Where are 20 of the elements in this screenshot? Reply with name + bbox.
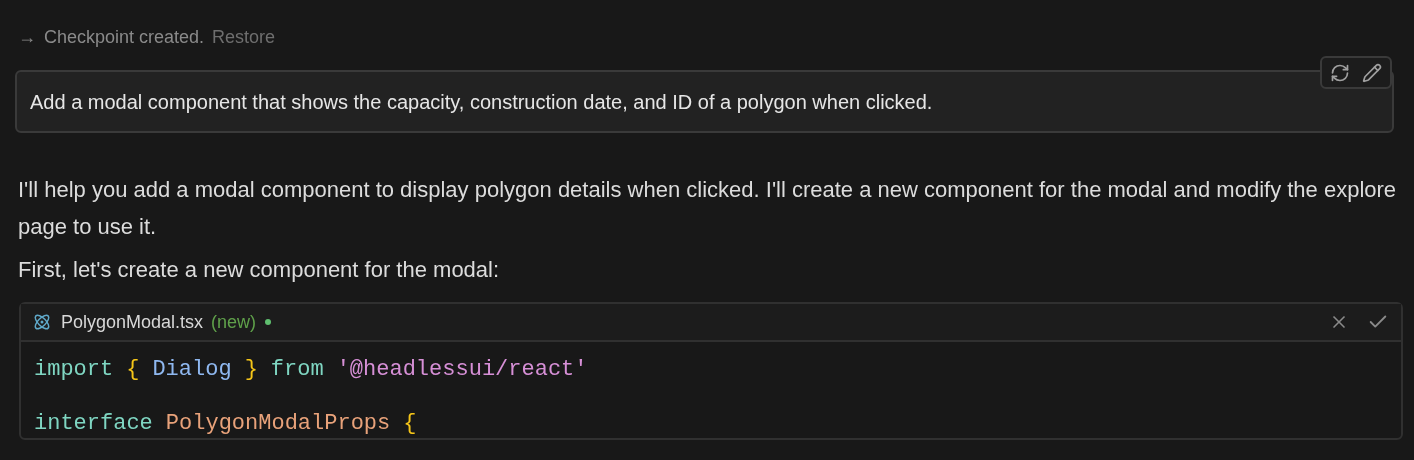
response-paragraph: First, let's create a new component for the modal: [18,256,501,284]
code-token: { [126,356,140,384]
code-token: PolygonModalProps [165,410,391,438]
checkpoint-text: Checkpoint created. [44,25,205,49]
code-token: import [34,356,114,384]
prompt-text: Add a modal component that shows the capacity, construction date, and ID of a polygon when clicked. [30,89,933,115]
react-icon [33,313,51,331]
prompt-box[interactable]: Add a modal component that shows the capacity, construction date, and ID of a polygon when clicked. [15,70,1394,133]
regenerate-icon[interactable] [1330,62,1350,83]
new-label: (new) [211,310,257,334]
code-token: interface [34,410,153,438]
edit-icon[interactable] [1362,62,1382,83]
code-token: Dialog [152,356,232,384]
code-token: { [403,410,417,438]
response-paragraph: I'll help you add a modal component to display polygon details when clicked. I'll create a new component for the modal and modify the explore page to use it. [18,176,1398,241]
code-token: } [244,356,258,384]
code-token: from [270,356,324,384]
code-token: '@headlessui/react' [336,356,588,384]
file-name: PolygonModal.tsx [61,310,204,334]
arrow-icon: → [18,23,36,51]
